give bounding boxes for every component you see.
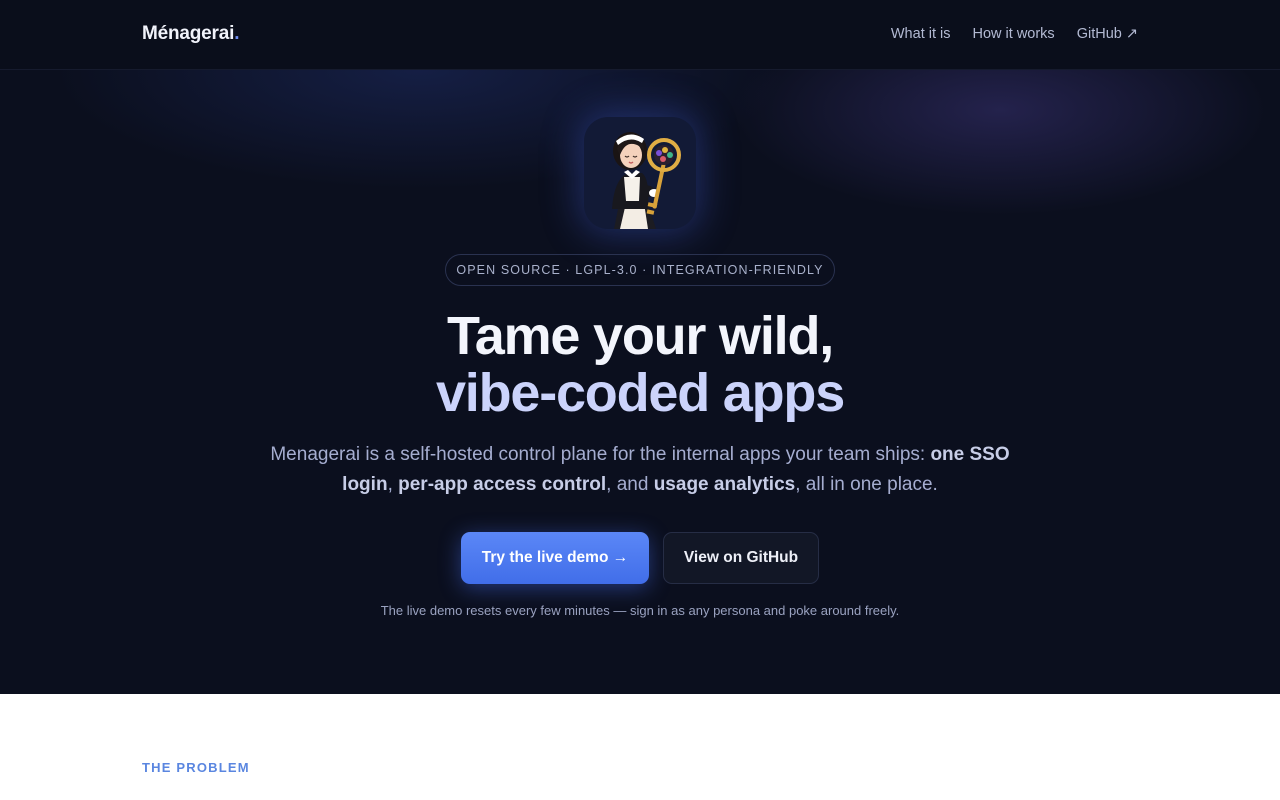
try-live-demo-button[interactable]: Try the live demo → — [461, 532, 649, 584]
brand-name: Ménagerai — [142, 23, 235, 44]
lead-text-2: , all in one place. — [795, 474, 938, 495]
problem-section: THE PROBLEM — [0, 694, 1280, 800]
brand-logo-text[interactable]: Ménagerai. — [142, 23, 239, 45]
hero-lead-paragraph: Menagerai is a self-hosted control plane… — [260, 440, 1020, 500]
logo-illustration — [612, 132, 681, 229]
lead-sep-1: , — [387, 474, 399, 495]
nav-link-github[interactable]: GitHub ↗ — [1077, 26, 1138, 42]
maid-holding-key-logo-icon — [584, 117, 696, 229]
lead-bold-access: per-app access control — [398, 474, 607, 495]
hero-title-line1: Tame your wild, — [446, 306, 834, 366]
lead-sep-2: , and — [606, 474, 654, 495]
demo-reset-note: The live demo resets every few minutes —… — [380, 603, 900, 618]
hero-title-line2: vibe-coded apps — [435, 363, 845, 423]
nav-link-what-it-is[interactable]: What it is — [891, 26, 951, 42]
lead-text-1: Menagerai is a self-hosted control plane… — [270, 444, 931, 465]
hero-section: OPEN SOURCE · LGPL-3.0 · INTEGRATION-FRI… — [0, 70, 1280, 694]
nav-links: What it is How it works GitHub ↗ — [891, 26, 1138, 42]
top-nav-bar: Ménagerai. What it is How it works GitHu… — [0, 0, 1280, 70]
nav-link-how-it-works[interactable]: How it works — [973, 26, 1055, 42]
brand-dot: . — [234, 23, 240, 44]
section-eyebrow: THE PROBLEM — [142, 760, 250, 775]
lead-bold-analytics: usage analytics — [653, 474, 796, 495]
license-badge: OPEN SOURCE · LGPL-3.0 · INTEGRATION-FRI… — [445, 254, 835, 286]
view-on-github-button[interactable]: View on GitHub — [663, 532, 819, 584]
